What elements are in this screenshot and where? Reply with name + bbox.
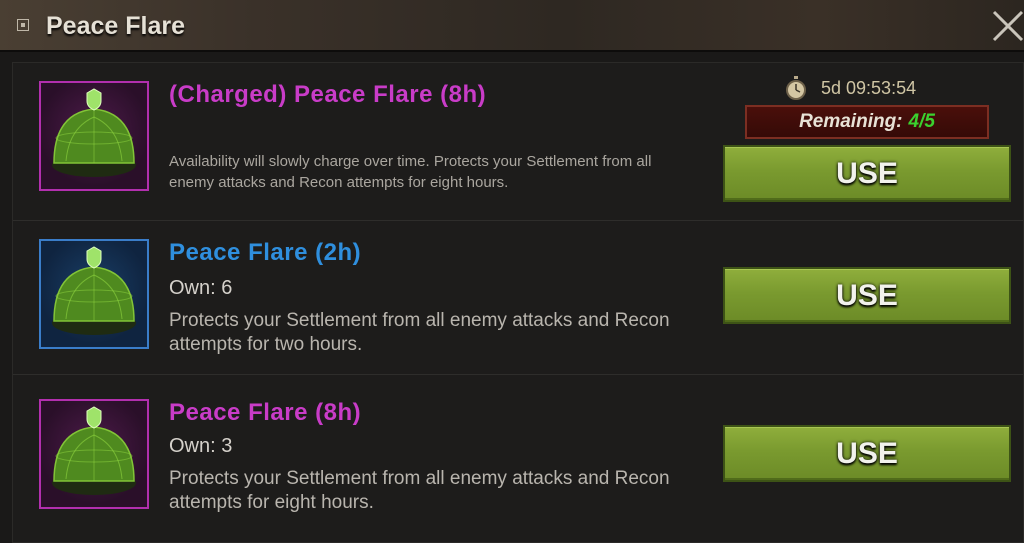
window-menu-icon	[17, 19, 29, 31]
item-thumbnail	[39, 399, 149, 509]
stopwatch-icon	[786, 76, 806, 100]
remaining-label: Remaining:	[799, 111, 903, 132]
remaining-count: 4/5	[908, 111, 935, 132]
charge-timer: 5d 09:53:54	[785, 75, 916, 101]
title-bar: Peace Flare	[0, 0, 1024, 52]
shield-dome-icon	[52, 406, 136, 495]
remaining-badge: Remaining: 4/5	[745, 105, 989, 139]
item-description: Protects your Settlement from all enemy …	[169, 468, 670, 513]
list-item: (Charged) Peace Flare (8h) Availability …	[13, 63, 1023, 221]
own-count: Own: 6	[169, 277, 233, 299]
window-title: Peace Flare	[46, 12, 185, 40]
item-name: Peace Flare (8h)	[169, 399, 362, 426]
item-description: Protects your Settlement from all enemy …	[169, 310, 670, 355]
own-count: Own: 3	[169, 435, 233, 457]
shield-dome-icon	[52, 88, 136, 177]
item-name: Peace Flare (2h)	[169, 239, 362, 266]
item-list: (Charged) Peace Flare (8h) Availability …	[12, 62, 1024, 543]
use-button[interactable]: USE	[723, 425, 1011, 482]
close-button[interactable]	[988, 4, 1024, 48]
item-description: Availability will slowly charge over tim…	[169, 153, 652, 191]
shield-dome-icon	[52, 246, 136, 335]
use-button[interactable]: USE	[723, 267, 1011, 324]
item-thumbnail	[39, 239, 149, 349]
list-item: Peace Flare (2h) Own: 6 Protects your Se…	[13, 217, 1023, 375]
timer-text: 5d 09:53:54	[821, 77, 917, 98]
list-item: Peace Flare (8h) Own: 3 Protects your Se…	[13, 375, 1023, 533]
use-button[interactable]: USE	[723, 145, 1011, 202]
item-name: (Charged) Peace Flare (8h)	[169, 81, 487, 108]
close-icon	[992, 10, 1024, 42]
item-thumbnail	[39, 81, 149, 191]
